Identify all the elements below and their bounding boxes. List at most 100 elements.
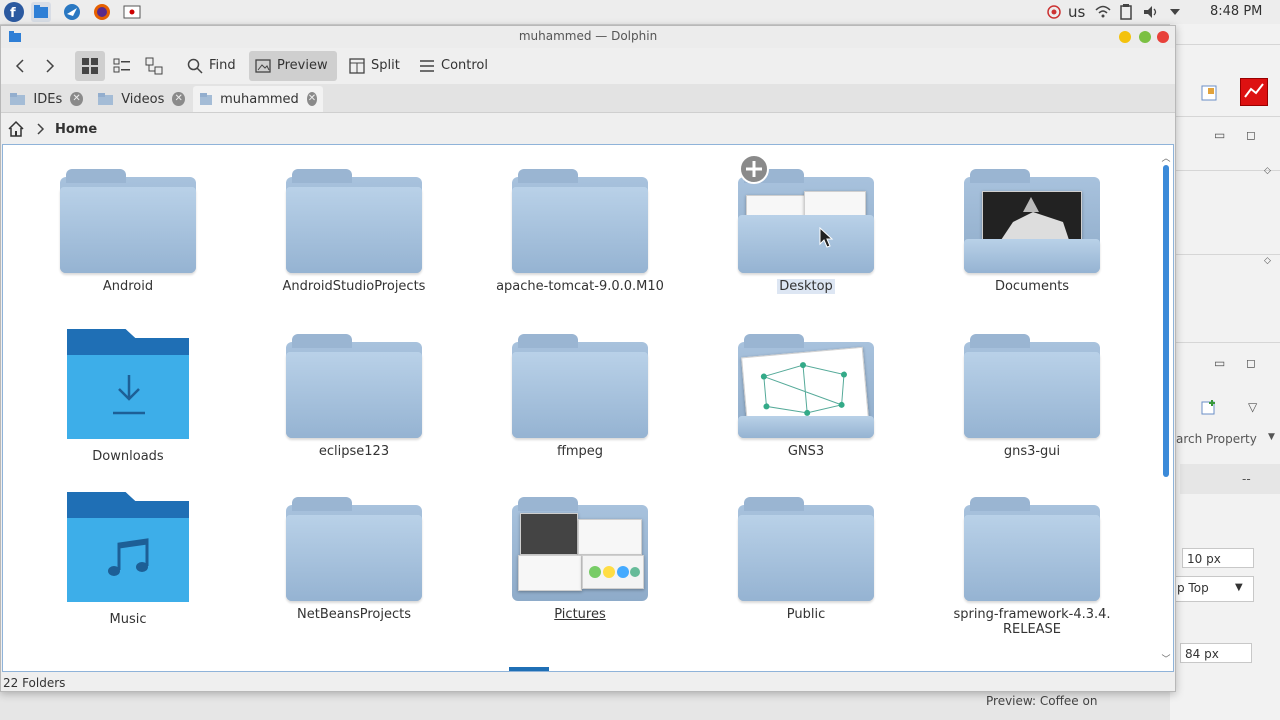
- thunderbird-launcher-icon[interactable]: [62, 2, 82, 22]
- minimize-icon[interactable]: ▭: [1214, 356, 1225, 370]
- home-icon[interactable]: [7, 120, 25, 138]
- folder-desktop[interactable]: Desktop: [706, 169, 906, 294]
- item-label: Desktop: [777, 279, 835, 294]
- record-indicator-icon[interactable]: [1046, 0, 1062, 24]
- folder-eclipse123[interactable]: eclipse123: [254, 334, 454, 459]
- folder-icon: [512, 169, 648, 275]
- preview-thumbnail: [582, 555, 644, 589]
- item-label: Downloads: [92, 449, 164, 464]
- folder-pictures[interactable]: Pictures: [480, 497, 680, 622]
- compact-view-button[interactable]: [107, 51, 137, 81]
- item-label: Music: [109, 612, 147, 627]
- chevron-right-icon: [37, 123, 45, 135]
- item-label: Public: [786, 607, 826, 622]
- search-property-input[interactable]: arch Property: [1176, 432, 1257, 446]
- item-label: spring-framework-4.3.4. RELEASE: [951, 607, 1112, 637]
- dolphin-launcher-icon[interactable]: [31, 2, 51, 22]
- tab-muhammed[interactable]: muhammed ✕: [193, 86, 323, 112]
- clipboard-icon[interactable]: [1118, 0, 1134, 24]
- folder-androidstudioprojects[interactable]: AndroidStudioProjects: [254, 169, 454, 294]
- folder-documents[interactable]: Documents: [932, 169, 1132, 294]
- item-label-line2: RELEASE: [1002, 622, 1062, 637]
- new-property-icon[interactable]: [1200, 398, 1218, 420]
- padding-field[interactable]: 10 px: [1182, 548, 1254, 568]
- item-label: gns3-gui: [1003, 444, 1061, 459]
- icons-view-button[interactable]: [75, 51, 105, 81]
- keyboard-layout[interactable]: us: [1068, 0, 1085, 24]
- tab-label: Videos: [121, 91, 165, 107]
- item-label: GNS3: [787, 444, 825, 459]
- folder-netbeansprojects[interactable]: NetBeansProjects: [254, 497, 454, 622]
- music-folder-icon: [67, 492, 189, 602]
- toolbar: Find Preview Split Control: [1, 48, 1175, 84]
- folder-gns3-gui[interactable]: gns3-gui: [932, 334, 1132, 459]
- folder-icon: [10, 93, 26, 105]
- folder-ffmpeg[interactable]: ffmpeg: [480, 334, 680, 459]
- layout-icon[interactable]: [1200, 84, 1218, 106]
- breadcrumb-current[interactable]: Home: [55, 122, 97, 137]
- details-view-button[interactable]: [139, 51, 169, 81]
- folder-public[interactable]: Public: [706, 497, 906, 622]
- folder-music[interactable]: Music: [28, 492, 228, 627]
- search-dropdown-icon[interactable]: ▼: [1268, 432, 1275, 442]
- add-selection-icon[interactable]: [738, 153, 770, 185]
- tab-close-icon[interactable]: ✕: [70, 92, 83, 106]
- item-label: Documents: [994, 279, 1070, 294]
- scrollbar-thumb[interactable]: [1163, 165, 1169, 477]
- folder-icon: [286, 334, 422, 440]
- folder-icon: [964, 169, 1100, 275]
- collapse-icon[interactable]: ◇: [1264, 256, 1271, 266]
- maximize-icon[interactable]: ◻: [1246, 128, 1256, 142]
- position-dropdown[interactable]: p Top ▼: [1170, 576, 1254, 602]
- vertical-scrollbar[interactable]: ︿ ﹀: [1161, 151, 1171, 665]
- control-button[interactable]: Control: [413, 51, 494, 81]
- collapse-icon[interactable]: ◇: [1264, 166, 1271, 176]
- tab-close-icon[interactable]: ✕: [172, 92, 185, 106]
- folder-gns3[interactable]: GNS3: [706, 334, 906, 459]
- volume-icon[interactable]: [1142, 0, 1160, 24]
- maximize-button[interactable]: [1139, 31, 1151, 43]
- item-label: ffmpeg: [556, 444, 604, 459]
- preview-button[interactable]: Preview: [249, 51, 337, 81]
- split-button[interactable]: Split: [343, 51, 406, 81]
- find-button[interactable]: Find: [181, 51, 242, 81]
- title-bar[interactable]: muhammed — Dolphin: [1, 26, 1175, 48]
- firefox-launcher-icon[interactable]: [92, 2, 112, 22]
- scroll-up-icon[interactable]: ︿: [1161, 151, 1171, 164]
- folder-icon: [98, 93, 114, 105]
- tab-label: muhammed: [220, 91, 299, 107]
- tab-ides[interactable]: IDEs ✕: [3, 86, 89, 112]
- width-field[interactable]: 84 px: [1180, 643, 1252, 663]
- dropdown-arrow-icon[interactable]: ▽: [1248, 400, 1257, 414]
- tab-close-icon[interactable]: ✕: [306, 92, 317, 106]
- panel-menu-arrow-icon[interactable]: [1168, 0, 1182, 24]
- minimize-button[interactable]: [1119, 31, 1131, 43]
- folder-android[interactable]: Android: [28, 169, 228, 294]
- folder-spring-framework[interactable]: spring-framework-4.3.4. RELEASE: [932, 497, 1132, 637]
- back-button[interactable]: [7, 51, 33, 81]
- wifi-icon[interactable]: [1094, 0, 1112, 24]
- scroll-down-icon[interactable]: ﹀: [1161, 652, 1171, 665]
- item-label: Pictures: [554, 607, 606, 622]
- preview-label: Preview: [277, 58, 328, 73]
- position-dropdown-value: p Top: [1177, 581, 1209, 595]
- maximize-icon[interactable]: ◻: [1246, 356, 1256, 370]
- forward-button[interactable]: [37, 51, 63, 81]
- minimize-icon[interactable]: ▭: [1214, 128, 1225, 142]
- folder-icon: [512, 334, 648, 440]
- folder-icon: [286, 169, 422, 275]
- file-view[interactable]: Android AndroidStudioProjects apache-tom…: [2, 144, 1174, 672]
- divider: [1170, 44, 1280, 45]
- folder-downloads[interactable]: Downloads: [28, 329, 228, 464]
- close-button[interactable]: [1157, 31, 1169, 43]
- preview-thumbnail: [520, 513, 578, 555]
- folder-apache-tomcat[interactable]: apache-tomcat-9.0.0.M10: [480, 169, 680, 294]
- recorder-launcher-icon[interactable]: [122, 2, 142, 22]
- property-row: --: [1180, 464, 1280, 494]
- folder-icon: [286, 497, 422, 603]
- fedora-menu-icon[interactable]: f: [4, 2, 24, 22]
- tab-videos[interactable]: Videos ✕: [91, 86, 191, 112]
- clock[interactable]: 8:48 PM: [1210, 0, 1262, 24]
- chart-tool-button[interactable]: [1240, 78, 1268, 106]
- item-label: AndroidStudioProjects: [282, 279, 426, 294]
